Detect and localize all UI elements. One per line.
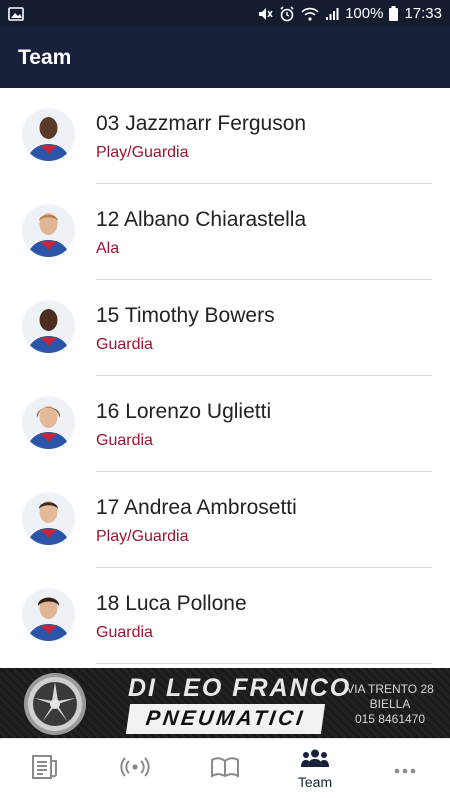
- alarm-icon: [279, 5, 295, 22]
- list-item[interactable]: 17 Andrea Ambrosetti Play/Guardia: [0, 472, 450, 568]
- player-role: Guardia: [96, 432, 153, 449]
- player-name: 17 Andrea Ambrosetti: [96, 496, 297, 519]
- more-icon: [394, 761, 416, 779]
- mute-icon: [257, 6, 273, 22]
- ad-product: PNEUMATICI: [125, 704, 326, 734]
- player-role: Ala: [96, 240, 120, 257]
- nav-news[interactable]: [0, 739, 90, 800]
- avatar: [22, 300, 75, 353]
- list-item[interactable]: 03 Jazzmarr Ferguson Play/Guardia: [0, 88, 450, 184]
- nav-live[interactable]: [90, 739, 180, 800]
- player-name: 03 Jazzmarr Ferguson: [96, 112, 307, 135]
- ad-address: VIA TRENTO 28: [346, 682, 434, 696]
- ad-phone: 015 8461470: [354, 712, 426, 726]
- player-name: 16 Lorenzo Uglietti: [96, 400, 272, 423]
- team-icon: [301, 749, 329, 772]
- avatar: [22, 588, 75, 641]
- list-item[interactable]: 15 Timothy Bowers Guardia: [0, 280, 450, 376]
- player-role: Play/Guardia: [96, 144, 189, 161]
- battery-percentage: 100%: [345, 5, 384, 22]
- ad-brand: DI LEO FRANCO: [128, 674, 352, 702]
- app-bar: Team: [0, 27, 450, 88]
- list-item[interactable]: 12 Albano Chiarastella Ala: [0, 184, 450, 280]
- player-role: Guardia: [96, 336, 153, 353]
- nav-book[interactable]: [180, 739, 270, 800]
- ad-banner[interactable]: DI LEO FRANCO PNEUMATICI VIA TRENTO 28 B…: [0, 668, 450, 738]
- avatar: [22, 108, 75, 161]
- list-item[interactable]: 16 Lorenzo Uglietti Guardia: [0, 376, 450, 472]
- bottom-nav: Team: [0, 738, 450, 800]
- player-name: 15 Timothy Bowers: [96, 304, 275, 327]
- player-role: Guardia: [96, 624, 153, 641]
- avatar: [22, 396, 75, 449]
- player-role: Play/Guardia: [96, 528, 189, 545]
- avatar: [22, 204, 75, 257]
- nav-team-label: Team: [297, 774, 333, 790]
- clock: 17:33: [404, 5, 442, 22]
- player-name: 18 Luca Pollone: [96, 592, 247, 615]
- ad-city: BIELLA: [369, 697, 411, 711]
- live-broadcast-icon: [120, 757, 150, 782]
- nav-more[interactable]: [360, 739, 450, 800]
- news-icon: [31, 754, 59, 785]
- ad-contact: VIA TRENTO 28 BIELLA 015 8461470: [340, 682, 440, 727]
- page-title: Team: [18, 45, 72, 69]
- battery-icon: [389, 6, 399, 21]
- avatar: [22, 492, 75, 545]
- open-book-icon: [210, 756, 240, 783]
- wheel-rim-icon: [22, 671, 88, 737]
- signal-icon: [325, 7, 339, 21]
- divider: [96, 663, 432, 664]
- gallery-notification-icon: [8, 6, 24, 21]
- list-item[interactable]: 18 Luca Pollone Guardia: [0, 568, 450, 664]
- wifi-icon: [301, 7, 319, 21]
- player-name: 12 Albano Chiarastella: [96, 208, 307, 231]
- player-list[interactable]: 03 Jazzmarr Ferguson Play/Guardia 12 Alb…: [0, 88, 450, 668]
- nav-team[interactable]: Team: [270, 739, 360, 800]
- status-bar: 100% 17:33: [0, 0, 450, 27]
